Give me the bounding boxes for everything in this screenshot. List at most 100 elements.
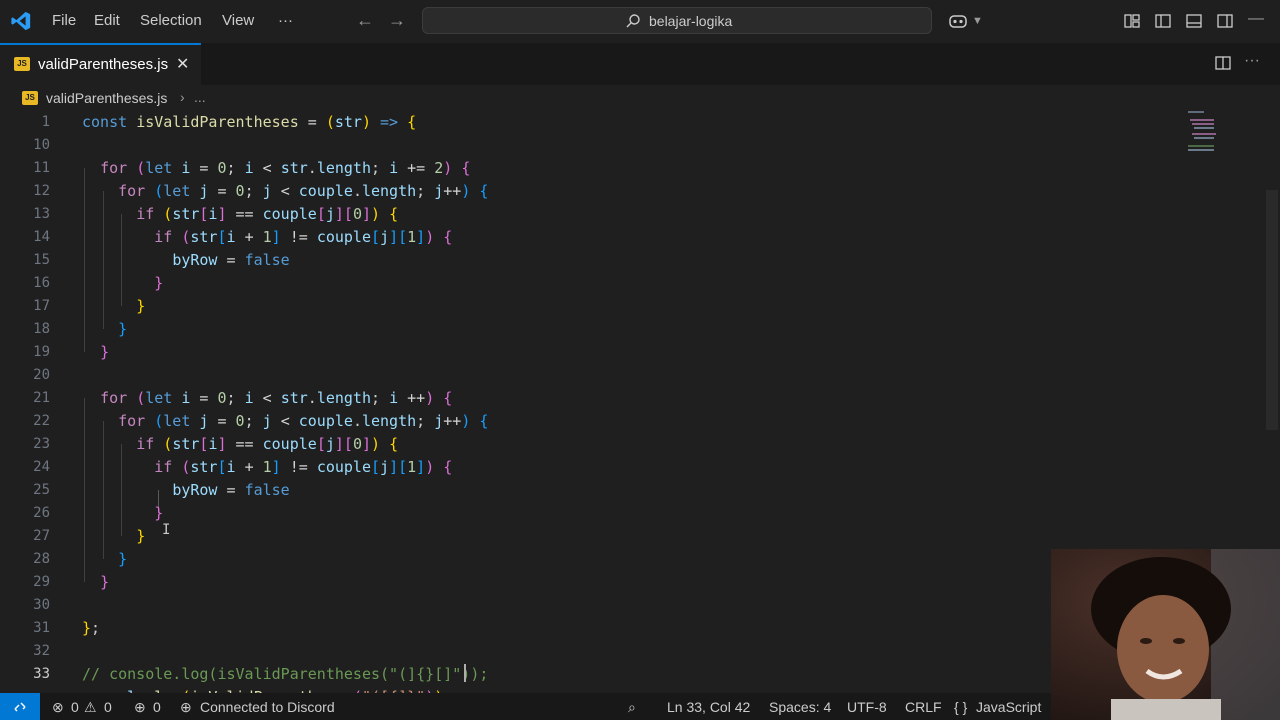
forward-arrow-icon[interactable]: → <box>388 10 406 31</box>
menu-file[interactable]: File <box>52 12 76 29</box>
line-number: 25 <box>33 482 50 498</box>
cursor-position[interactable]: Ln 33, Col 42 <box>667 699 750 715</box>
code-text: if (str[i] == couple[j][0]) { <box>136 205 399 223</box>
discord-status[interactable]: Connected to Discord <box>200 699 335 715</box>
code-line[interactable]: 22 for (let j = 0; j < couple.length; j+… <box>0 410 1180 433</box>
code-line[interactable]: 17 } <box>0 295 1180 318</box>
code-text: const isValidParentheses = (str) => { <box>82 113 417 131</box>
end-of-line[interactable]: CRLF <box>905 699 942 715</box>
line-number: 10 <box>33 137 50 153</box>
code-line[interactable]: 25 byRow = false <box>0 479 1180 502</box>
code-line[interactable]: 26 } <box>0 502 1180 525</box>
code-line[interactable]: 1 const isValidParentheses = (str) => { <box>0 111 1180 134</box>
encoding[interactable]: UTF-8 <box>847 699 887 715</box>
code-line[interactable]: 16 } <box>0 272 1180 295</box>
code-text: if (str[i + 1] != couple[j][1]) { <box>154 228 453 246</box>
menu-view[interactable]: View <box>222 12 254 29</box>
line-number: 21 <box>33 390 50 406</box>
zoom-icon[interactable]: ⌕ <box>628 699 636 716</box>
tab-label: validParentheses.js <box>38 56 169 73</box>
discord-icon: ⊕ <box>180 699 192 715</box>
code-line[interactable]: 29 } <box>0 571 1180 594</box>
line-number: 17 <box>33 298 50 314</box>
indentation[interactable]: Spaces: 4 <box>769 699 831 715</box>
code-line[interactable]: 14 if (str[i + 1] != couple[j][1]) { <box>0 226 1180 249</box>
code-text: } <box>136 527 146 545</box>
ports-icon[interactable]: ⊕ <box>134 699 146 716</box>
code-text: if (str[i + 1] != couple[j][1]) { <box>154 458 453 476</box>
code-line[interactable]: 32 <box>0 640 1180 663</box>
search-label: belajar-logika <box>649 13 733 29</box>
minimap[interactable] <box>1185 111 1225 159</box>
line-number: 15 <box>33 252 50 268</box>
remote-icon <box>14 702 26 712</box>
line-number: 18 <box>33 321 50 337</box>
code-line[interactable]: 19 } <box>0 341 1180 364</box>
line-number: 13 <box>33 206 50 222</box>
line-number: 23 <box>33 436 50 452</box>
vertical-scrollbar[interactable] <box>1266 190 1278 430</box>
code-text: for (let i = 0; i < str.length; i += 2) … <box>100 159 471 177</box>
code-line[interactable]: 33 // console.log(isValidParentheses("(]{… <box>0 663 1180 686</box>
line-number: 16 <box>33 275 50 291</box>
code-line[interactable]: 11 for (let i = 0; i < str.length; i += … <box>0 157 1180 180</box>
code-line[interactable]: 20 <box>0 364 1180 387</box>
code-line[interactable]: 10 <box>0 134 1180 157</box>
copilot-icon[interactable] <box>948 11 968 31</box>
code-line[interactable]: 31}; <box>0 617 1180 640</box>
code-text: } <box>136 297 146 315</box>
line-number: 26 <box>33 505 50 521</box>
menu-selection[interactable]: Selection <box>140 12 202 29</box>
line-number: 29 <box>33 574 50 590</box>
error-icon[interactable]: ⊗ <box>52 699 64 716</box>
chevron-down-icon[interactable]: ▼ <box>972 15 983 27</box>
code-line[interactable]: 23 if (str[i] == couple[j][0]) { <box>0 433 1180 456</box>
breadcrumb-file[interactable]: validParentheses.js <box>46 90 167 106</box>
code-text: }; <box>82 619 101 637</box>
code-line[interactable]: 30 <box>0 594 1180 617</box>
javascript-file-icon: JS <box>14 57 30 71</box>
breadcrumb-separator: › <box>180 89 185 105</box>
menu-edit[interactable]: Edit <box>94 12 120 29</box>
webcam-person-image <box>1051 549 1280 720</box>
command-center-search[interactable]: belajar-logika <box>422 7 932 34</box>
tab-validparentheses[interactable]: JS validParentheses.js ✕ <box>0 43 201 85</box>
split-editor-icon[interactable] <box>1213 53 1233 73</box>
language-mode[interactable]: JavaScript <box>976 699 1041 715</box>
code-line[interactable]: console.log(isValidParentheses("([{]}"))… <box>0 686 1180 693</box>
warning-icon[interactable]: ⚠ <box>84 699 97 716</box>
minimize-icon[interactable]: — <box>1248 10 1264 28</box>
close-icon[interactable]: ✕ <box>176 54 189 74</box>
line-number: 28 <box>33 551 50 567</box>
more-actions-icon[interactable]: ··· <box>1244 52 1260 70</box>
code-line[interactable]: 28 } <box>0 548 1180 571</box>
breadcrumb-more[interactable]: ... <box>194 89 206 105</box>
menu-more[interactable]: ··· <box>278 12 293 29</box>
back-arrow-icon[interactable]: ← <box>356 10 374 31</box>
javascript-file-icon: JS <box>22 91 38 105</box>
toggle-panel-icon[interactable] <box>1184 11 1204 31</box>
code-line[interactable]: 18 } <box>0 318 1180 341</box>
code-line[interactable]: 13 if (str[i] == couple[j][0]) { <box>0 203 1180 226</box>
webcam-overlay <box>1051 549 1280 720</box>
customize-layout-icon[interactable] <box>1122 11 1142 31</box>
code-line[interactable]: 12 for (let j = 0; j < couple.length; j+… <box>0 180 1180 203</box>
code-line[interactable]: 15 byRow = false <box>0 249 1180 272</box>
breadcrumb: JS validParentheses.js › ... <box>0 85 1280 111</box>
search-icon <box>626 14 640 28</box>
warning-count[interactable]: 0 <box>104 699 112 715</box>
line-number: 1 <box>41 114 50 130</box>
line-number: 12 <box>33 183 50 199</box>
line-number: 20 <box>33 367 50 383</box>
remote-indicator[interactable] <box>0 693 40 720</box>
code-text: } <box>100 343 110 361</box>
code-line[interactable]: 27 } <box>0 525 1180 548</box>
toggle-secondary-sidebar-icon[interactable] <box>1215 11 1235 31</box>
error-count[interactable]: 0 <box>71 699 79 715</box>
code-line[interactable]: 21 for (let i = 0; i < str.length; i ++)… <box>0 387 1180 410</box>
toggle-primary-sidebar-icon[interactable] <box>1153 11 1173 31</box>
code-line[interactable]: 24 if (str[i + 1] != couple[j][1]) { <box>0 456 1180 479</box>
tab-bar: JS validParentheses.js ✕ ··· <box>0 43 1280 85</box>
code-text: if (str[i] == couple[j][0]) { <box>136 435 399 453</box>
ports-count[interactable]: 0 <box>153 699 161 715</box>
